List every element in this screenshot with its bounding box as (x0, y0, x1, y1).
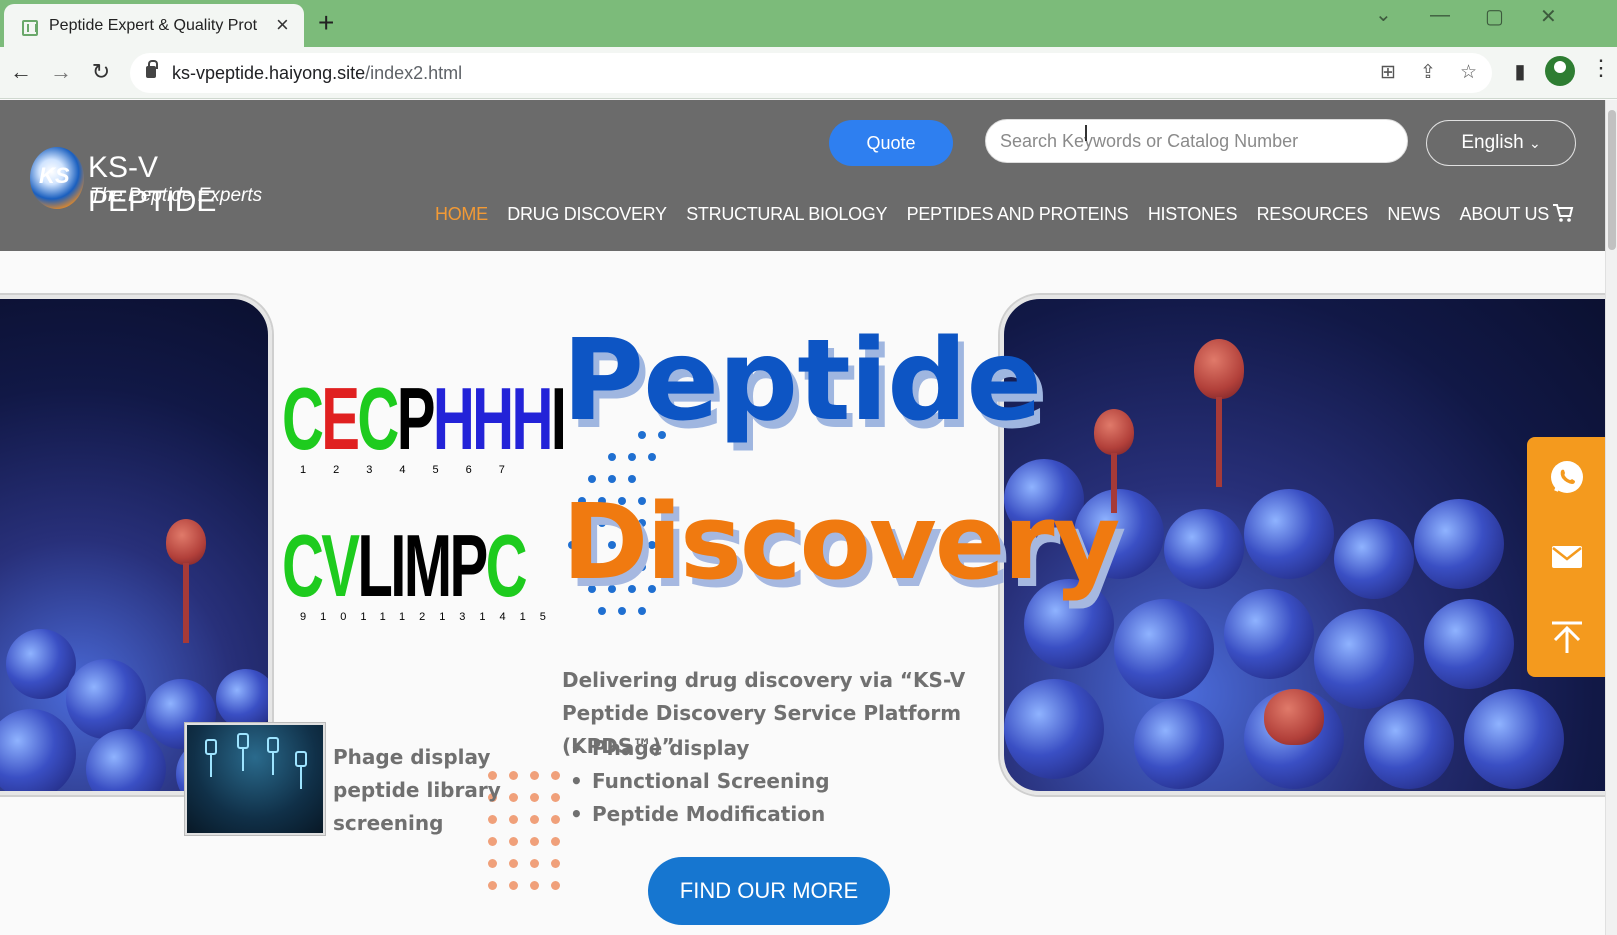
new-tab-icon[interactable]: + (318, 9, 334, 37)
cart-icon[interactable] (1552, 202, 1574, 224)
quote-button[interactable]: Quote (829, 120, 953, 166)
hero-left-image (0, 295, 272, 795)
browser-tab-strip: Peptide Expert & Quality Prot × + ⌄ — ▢ … (0, 0, 1617, 47)
back-to-top-button[interactable] (1527, 597, 1607, 677)
address-bar[interactable]: ks-vpeptide.haiyong.site/index2.html ⊞ ⇪… (130, 53, 1492, 93)
decorative-dot (608, 453, 616, 461)
side-panel-icon[interactable]: ▮ (1505, 57, 1535, 87)
main-nav: HOME DRUG DISCOVERY STRUCTURAL BIOLOGY P… (435, 204, 1564, 228)
tab-title: Peptide Expert & Quality Prot (49, 17, 258, 34)
decorative-dot (509, 881, 518, 890)
decorative-dot (638, 607, 646, 615)
decorative-dot (598, 607, 606, 615)
mail-button[interactable] (1527, 517, 1607, 597)
url-text[interactable]: ks-vpeptide.haiyong.site/index2.html (172, 63, 462, 84)
whatsapp-icon (1551, 461, 1583, 493)
text-cursor (1085, 125, 1087, 141)
nav-item-about-us[interactable]: ABOUT US (1460, 204, 1550, 225)
decorative-dot (509, 859, 518, 868)
logo-mark-icon (30, 147, 84, 209)
feature-item: Phage display (570, 732, 830, 765)
window-close-icon[interactable]: ✕ (1540, 4, 1557, 29)
nav-item-histones[interactable]: HISTONES (1148, 204, 1238, 225)
profile-avatar[interactable] (1545, 56, 1575, 86)
share-icon[interactable]: ⇪ (1420, 61, 1436, 84)
browser-menu-icon[interactable]: ⋮ (1590, 55, 1612, 81)
scrollbar-thumb[interactable] (1608, 110, 1616, 250)
sequence-logo-2-letters: CVLIMPC (282, 516, 528, 615)
floating-contact-bar (1527, 437, 1607, 677)
decorative-dot (551, 859, 560, 868)
bookmark-star-icon[interactable]: ☆ (1460, 61, 1477, 84)
feature-item: Peptide Modification (570, 798, 830, 831)
tab-search-chevron-icon[interactable]: ⌄ (1375, 2, 1392, 27)
maximize-icon[interactable]: ▢ (1485, 4, 1504, 29)
browser-tab[interactable]: Peptide Expert & Quality Prot × (4, 4, 304, 47)
tab-close-icon[interactable]: × (276, 14, 289, 36)
site-favicon-icon (22, 20, 38, 36)
decorative-dot (648, 453, 656, 461)
feature-item: Functional Screening (570, 765, 830, 798)
sequence-logo-2: CVLIMPC 9101112131415 (282, 516, 546, 641)
nav-item-peptides-and-proteins[interactable]: PEPTIDES AND PROTEINS (907, 204, 1129, 225)
language-label: English (1461, 132, 1524, 153)
sequence-logo-1: CECPHHHI 1234567 (282, 369, 567, 484)
chevron-down-icon: ⌄ (1528, 135, 1541, 151)
nav-item-drug-discovery[interactable]: DRUG DISCOVERY (507, 204, 667, 225)
site-logo[interactable]: KS-V PEPTIDE The Peptide Experts (30, 145, 280, 218)
translate-icon[interactable]: ⊞ (1380, 61, 1396, 84)
phage-display-thumbnail[interactable] (185, 723, 325, 835)
decorative-dot (488, 859, 497, 868)
thumbnail-caption[interactable]: Phage display peptide library screening (333, 741, 563, 840)
hero-title-line2: Discovery (562, 481, 1120, 603)
site-header: KS-V PEPTIDE The Peptide Experts Quote E… (0, 100, 1605, 251)
decorative-dot (488, 881, 497, 890)
nav-item-structural-biology[interactable]: STRUCTURAL BIOLOGY (686, 204, 887, 225)
forward-icon[interactable]: → (46, 57, 76, 87)
find-out-more-button[interactable]: FIND OUR MORE (648, 857, 890, 925)
hero-title-line1: Peptide (562, 316, 1042, 446)
page-scrollbar[interactable] (1605, 100, 1617, 935)
minimize-icon[interactable]: — (1430, 4, 1450, 27)
whatsapp-button[interactable] (1527, 437, 1607, 517)
nav-item-home[interactable]: HOME (435, 204, 488, 225)
decorative-dot (618, 607, 626, 615)
nav-item-news[interactable]: NEWS (1387, 204, 1440, 225)
reload-icon[interactable]: ↻ (86, 57, 116, 87)
hero-section: CECPHHHI 1234567 CVLIMPC 9101112131415 P… (0, 251, 1605, 935)
back-to-top-icon (1552, 621, 1582, 653)
mail-icon (1552, 546, 1582, 568)
sequence-logo-1-letters: CECPHHHI (282, 369, 567, 468)
language-selector[interactable]: English ⌄ (1426, 120, 1576, 166)
logo-tagline: The Peptide Experts (90, 185, 263, 206)
browser-toolbar: ← → ↻ ks-vpeptide.haiyong.site/index2.ht… (0, 47, 1617, 99)
nav-item-resources[interactable]: RESOURCES (1257, 204, 1369, 225)
hero-features: Phage display Functional Screening Pepti… (570, 732, 830, 831)
decorative-dot (530, 881, 539, 890)
decorative-dot (551, 881, 560, 890)
search-box[interactable] (985, 119, 1408, 163)
decorative-dot (530, 859, 539, 868)
back-icon[interactable]: ← (6, 57, 36, 87)
search-input[interactable] (1000, 120, 1395, 162)
lock-icon[interactable] (146, 60, 158, 78)
decorative-dot (628, 453, 636, 461)
